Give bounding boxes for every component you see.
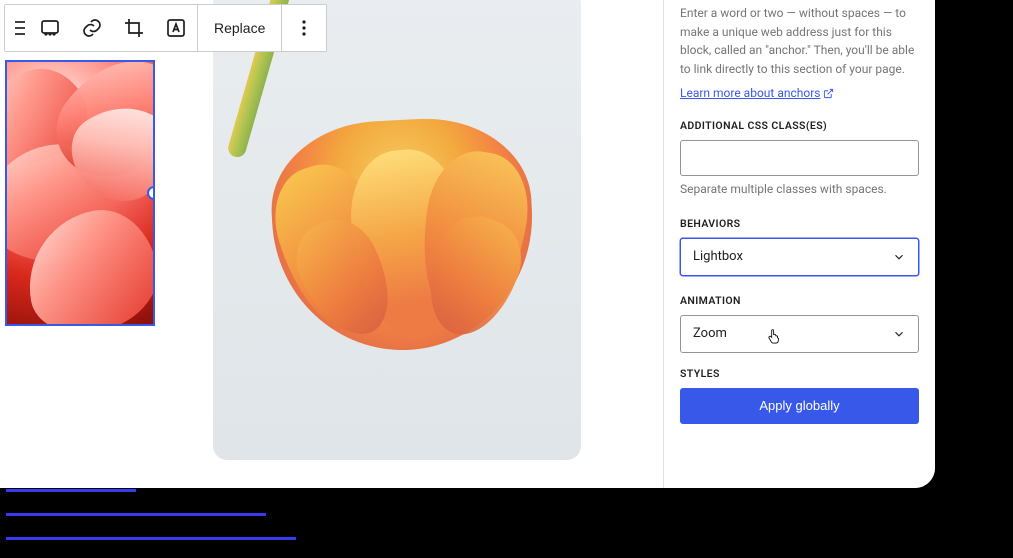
css-classes-help: Separate multiple classes with spaces. (680, 180, 919, 199)
apply-globally-button[interactable]: Apply globally (680, 388, 919, 424)
text-overlay-icon (164, 16, 188, 40)
animation-select[interactable]: Zoom (680, 315, 919, 353)
image-block-tulip[interactable] (213, 0, 581, 460)
editor-window: Replace (0, 0, 935, 488)
decorative-lines (6, 489, 296, 540)
behaviors-select[interactable]: Lightbox (680, 238, 919, 276)
link-button[interactable] (71, 5, 113, 51)
css-classes-input[interactable] (680, 140, 919, 176)
block-toolbar: Replace (4, 4, 327, 52)
caption-button[interactable] (29, 5, 71, 51)
replace-button[interactable]: Replace (198, 5, 281, 51)
resize-handle-right[interactable] (147, 186, 155, 200)
crop-icon (122, 16, 146, 40)
animation-label: ANIMATION (680, 294, 919, 307)
selected-image-block[interactable] (5, 60, 155, 326)
external-link-icon (823, 88, 834, 99)
chevron-down-icon (892, 327, 906, 341)
caption-icon (38, 16, 62, 40)
behaviors-label: BEHAVIORS (680, 217, 919, 230)
crop-button[interactable] (113, 5, 155, 51)
behaviors-value: Lightbox (693, 249, 743, 264)
chevron-down-icon (892, 250, 906, 264)
block-settings-sidebar: Enter a word or two — without spaces — t… (663, 0, 935, 488)
animation-value: Zoom (693, 326, 727, 341)
link-label: Learn more about anchors (680, 86, 820, 100)
link-icon (80, 16, 104, 40)
align-button[interactable] (5, 5, 29, 51)
image-content-pink-flower (7, 62, 153, 324)
kebab-icon (292, 16, 316, 40)
anchor-help-text: Enter a word or two — without spaces — t… (680, 4, 919, 78)
align-icon (5, 16, 29, 40)
more-options-button[interactable] (282, 5, 326, 51)
cursor-hand-icon (767, 327, 781, 345)
text-overlay-button[interactable] (155, 5, 197, 51)
editor-canvas: Replace (0, 0, 663, 488)
anchor-learn-more-link[interactable]: Learn more about anchors (680, 86, 834, 100)
css-classes-label: ADDITIONAL CSS CLASS(ES) (680, 119, 919, 132)
tulip-flower (267, 113, 539, 356)
styles-label: STYLES (680, 367, 919, 380)
